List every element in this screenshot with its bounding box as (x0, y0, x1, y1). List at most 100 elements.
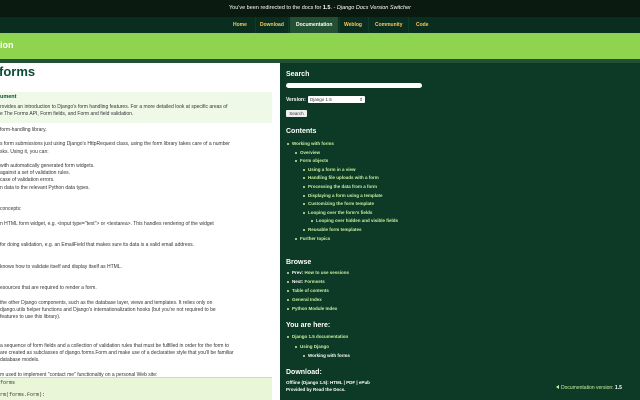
body-line: form-handling library. (0, 127, 47, 133)
bullet-icon (287, 143, 289, 145)
bullet-icon (303, 194, 305, 197)
browse-prefix: Next: (292, 279, 304, 284)
you-are-here-heading: You are here: (286, 322, 331, 329)
browse-heading: Browse (286, 259, 312, 266)
page-title: forms (0, 64, 36, 79)
note-line: rovides an introduction to Django's form… (0, 104, 228, 110)
nav-home[interactable]: Home (233, 17, 247, 33)
toc-item[interactable]: Handling file uploads with a form (308, 175, 379, 181)
toc-item[interactable]: Using a form in a view (308, 167, 356, 173)
toc-item[interactable]: Looping over hidden and visible fields (316, 218, 398, 224)
bullet-icon (287, 299, 289, 301)
download-links[interactable]: Offline (Django 1.5): HTML | PDF | ePub (286, 380, 370, 386)
browse-prefix: Prev: (292, 270, 304, 275)
search-button[interactable]: Search (286, 110, 307, 117)
body-line: case of validation errors. (0, 177, 55, 184)
toc-item[interactable]: Form objects (300, 158, 328, 164)
browse-item[interactable]: Prev: How to use sessions (292, 270, 349, 276)
nav-documentation[interactable]: Documentation (290, 17, 339, 33)
browse-item[interactable]: Python Module Index (292, 306, 337, 312)
bullet-icon (303, 203, 305, 206)
body-line: the other Django components, such as the… (0, 299, 213, 306)
documentation-version-switcher[interactable]: Documentation version: 1.5 (553, 384, 640, 393)
browse-link[interactable]: Table of contents (292, 288, 329, 293)
version-select[interactable]: Django 1.5 ⇕ (308, 96, 365, 103)
body-line: concepts: (0, 206, 22, 213)
body-line: a sequence of form fields and a collecti… (0, 343, 230, 349)
redirect-notice-bar: You've been redirected to the docs for 1… (0, 0, 640, 17)
bullet-icon (303, 177, 305, 180)
body-line: n HTML form widget, e.g. <input type="te… (0, 220, 214, 227)
top-navigation: Home Download Documentation Weblog Commu… (0, 17, 640, 33)
nav-code[interactable]: Code (416, 17, 429, 33)
bullet-icon (303, 211, 305, 214)
redirect-notice-text: You've been redirected to the docs for (229, 5, 323, 11)
bullet-icon (295, 160, 297, 163)
note-line: e The Forms API, Form fields, and Form a… (0, 111, 134, 117)
nav-download[interactable]: Download (260, 17, 284, 33)
bullet-icon (295, 237, 297, 240)
toc-item[interactable]: Looping over the form's fields (308, 210, 372, 216)
breadcrumb-item[interactable]: Django 1.5 documentation (292, 334, 348, 340)
body-line: s form submissions just using Django's H… (0, 141, 230, 148)
bullet-icon (295, 345, 297, 348)
toc-item[interactable]: Reusable form templates (308, 227, 362, 233)
bullet-icon (287, 281, 289, 283)
browse-item[interactable]: General Index (292, 297, 322, 303)
search-input[interactable] (286, 83, 422, 88)
version-select-value: Django 1.5 (310, 97, 332, 102)
body-line: sks. Using it, you can: (0, 148, 49, 155)
note-title: ument (0, 94, 17, 100)
body-line: n data to the relevant Python data types… (0, 184, 90, 191)
body-line: knows how to validate itself and display… (0, 263, 122, 270)
bullet-icon (303, 229, 305, 231)
section-banner: ion (0, 33, 640, 59)
bullet-icon (287, 336, 289, 338)
browse-link[interactable]: Formsets (305, 279, 325, 284)
body-line: features to use this library). (0, 314, 61, 321)
browse-link[interactable]: Python Module Index (292, 306, 337, 311)
code-block: forms rm(forms.Form): (0, 377, 272, 400)
bullet-icon (303, 168, 305, 171)
toc-item[interactable]: Customizing the form template (308, 201, 374, 207)
body-line: for doing validation, e.g. an EmailField… (0, 242, 194, 249)
breadcrumb-item[interactable]: Using Django (300, 344, 329, 350)
code-line: forms (0, 380, 16, 386)
toc-item[interactable]: Overview (300, 150, 320, 156)
provided-by: Provided by Read the Docs. (286, 387, 346, 392)
body-line: against a set of validation rules. (0, 170, 71, 177)
body-line: are created as subclasses of django.form… (0, 350, 234, 357)
breadcrumb-item: Working with forms (308, 353, 350, 358)
nav-weblog[interactable]: Weblog (344, 17, 362, 33)
browse-item[interactable]: Table of contents (292, 288, 329, 294)
bullet-icon (287, 308, 289, 310)
toc-item[interactable]: Further topics (300, 236, 330, 242)
body-line: with automatically generated form widget… (0, 163, 95, 169)
bullet-icon (287, 290, 289, 292)
code-line: rm(forms.Form): (0, 392, 46, 398)
bullet-icon (303, 186, 305, 188)
body-line: esources that are required to render a f… (0, 285, 97, 292)
version-label: Version: (286, 97, 306, 103)
version-switcher-value: 1.5 (614, 385, 622, 391)
triangle-left-icon (556, 385, 559, 389)
toc-item[interactable]: Working with forms (292, 141, 334, 147)
browse-link[interactable]: General Index (292, 297, 322, 302)
main-content: forms ument rovides an introduction to D… (0, 63, 280, 400)
body-line: django.utils helper functions and Django… (0, 307, 216, 313)
bullet-icon (303, 355, 305, 357)
contents-heading: Contents (286, 128, 317, 135)
toc-item[interactable]: Processing the data from a form (308, 184, 377, 190)
browse-item[interactable]: Next: Formsets (292, 279, 325, 285)
search-heading: Search (286, 71, 310, 78)
version-switcher-credit: Django Docs Version Switcher (336, 5, 411, 11)
browse-link[interactable]: How to use sessions (305, 270, 350, 275)
version-switcher-label: Documentation version: (561, 385, 614, 391)
about-note: ument rovides an introduction to Django'… (0, 92, 272, 123)
nav-community[interactable]: Community (375, 17, 403, 33)
body-line: database models. (0, 357, 40, 364)
toc-item[interactable]: Displaying a form using a template (308, 193, 383, 199)
bullet-icon (311, 220, 313, 223)
download-heading: Download: (286, 369, 322, 376)
banner-title: ion (0, 40, 14, 50)
